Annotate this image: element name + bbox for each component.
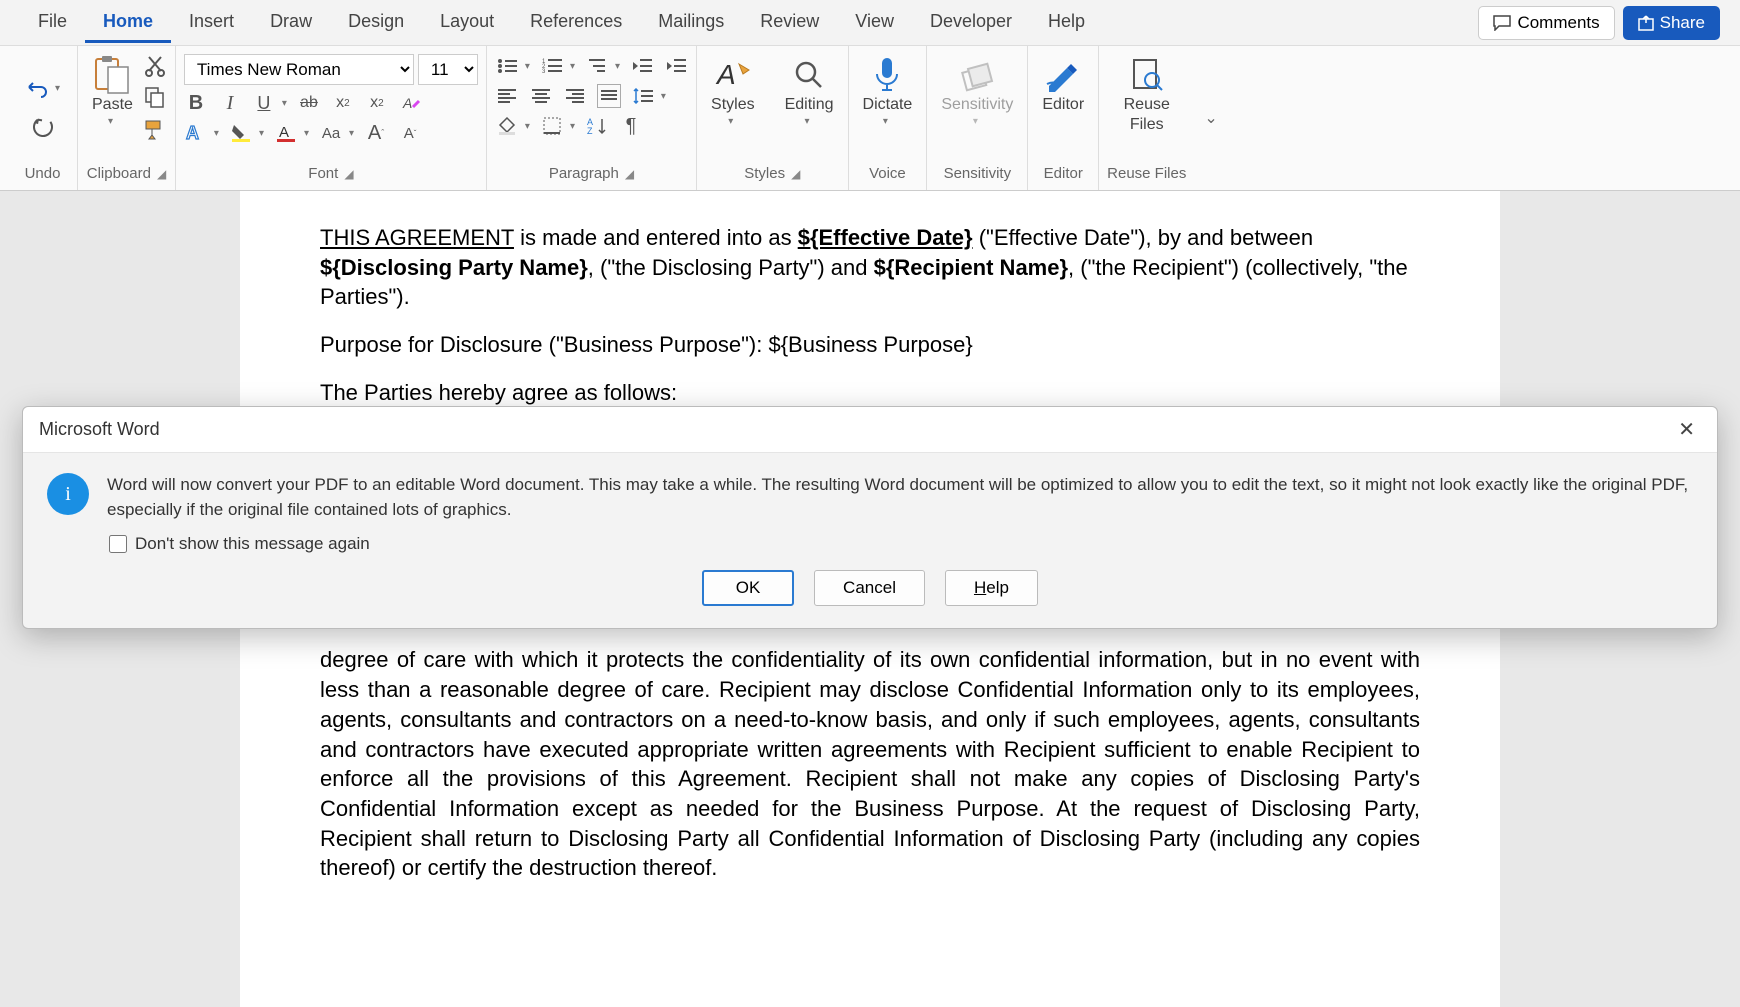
- help-button[interactable]: Help: [945, 570, 1038, 606]
- dialog-message: Word will now convert your PDF to an edi…: [107, 473, 1693, 522]
- dont-show-checkbox[interactable]: Don't show this message again: [23, 532, 1717, 570]
- dialog-title: Microsoft Word: [39, 419, 160, 440]
- pdf-convert-dialog: Microsoft Word ✕ i Word will now convert…: [22, 406, 1718, 629]
- info-icon: i: [47, 473, 89, 515]
- dialog-overlay: Microsoft Word ✕ i Word will now convert…: [0, 0, 1740, 1007]
- cancel-button[interactable]: Cancel: [814, 570, 925, 606]
- dont-show-label: Don't show this message again: [135, 534, 370, 554]
- close-icon[interactable]: ✕: [1672, 417, 1701, 442]
- ok-button[interactable]: OK: [702, 570, 794, 606]
- dont-show-checkbox-input[interactable]: [109, 535, 127, 553]
